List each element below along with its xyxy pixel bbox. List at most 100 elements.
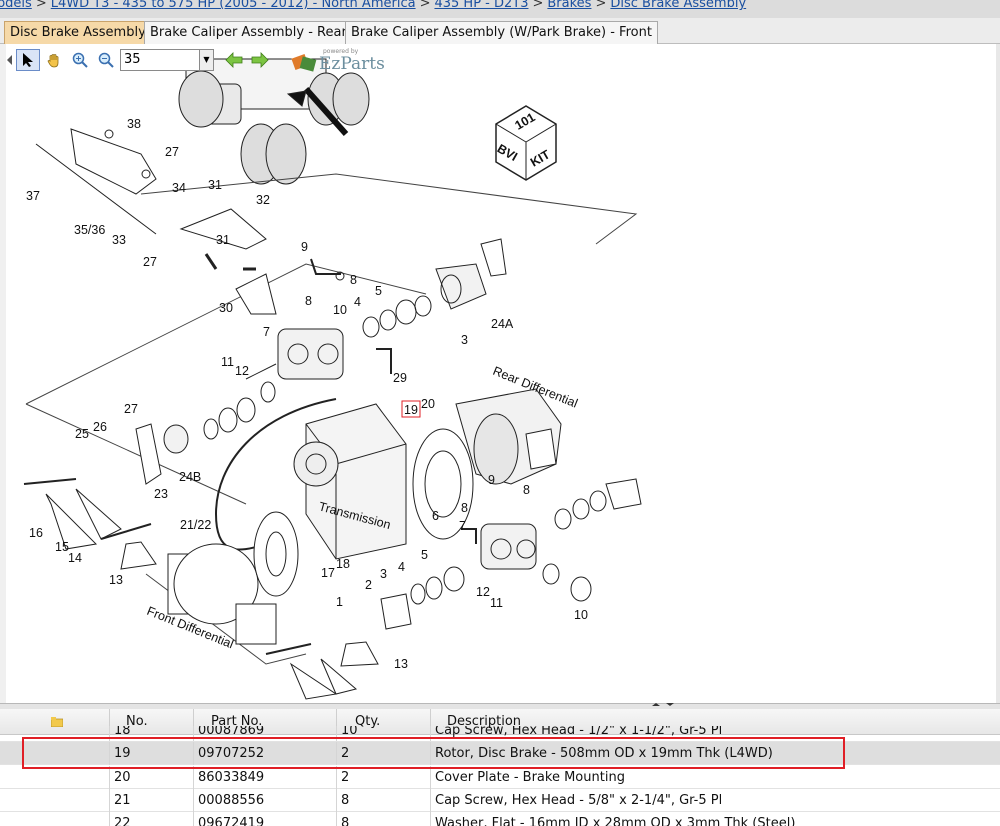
callout: 5: [421, 548, 428, 562]
breadcrumb-disc-brake-assembly[interactable]: Disc Brake Assembly: [610, 0, 746, 11]
callout: 6: [432, 509, 439, 523]
callout: 3: [461, 333, 468, 347]
table-row[interactable]: 22 09672419 8 Washer, Flat - 16mm ID x 2…: [0, 812, 1000, 826]
parts-table: No. Part No. Qty. Description 18 0008786…: [0, 709, 1000, 826]
transmission: [293, 403, 407, 560]
callout: 18: [336, 557, 350, 571]
callout: 13: [394, 657, 408, 671]
callout: 24A: [491, 317, 514, 331]
callout: 8: [523, 483, 530, 497]
callout: 8: [305, 294, 312, 308]
callout: 24B: [179, 470, 201, 484]
cell-no: 21: [110, 789, 194, 812]
breadcrumb-brakes[interactable]: Brakes: [547, 0, 591, 11]
cell-description: Cover Plate - Brake Mounting: [435, 770, 625, 785]
callout: 10: [333, 303, 347, 317]
cell-no: 18: [110, 726, 194, 741]
callout: 2: [365, 578, 372, 592]
callout: 35/36: [74, 223, 105, 237]
table-row[interactable]: 21 00088556 8 Cap Screw, Hex Head - 5/8"…: [0, 789, 1000, 812]
callout: 12: [235, 364, 249, 378]
callout: 9: [301, 240, 308, 254]
callout: 13: [109, 573, 123, 587]
breadcrumb-engine[interactable]: 435 HP - D2T3: [434, 0, 528, 11]
breadcrumb: Models>L4WD T3 - 435 to 575 HP (2005 - 2…: [0, 0, 1000, 18]
callout: 10: [574, 608, 588, 622]
cell-no: 20: [110, 766, 194, 789]
table-row-selected[interactable]: 19 09707252 2 Rotor, Disc Brake - 508mm …: [0, 742, 1000, 765]
cell-description: Rotor, Disc Brake - 508mm OD x 19mm Thk …: [435, 746, 773, 761]
callout: 25: [75, 427, 89, 441]
viewer-toolbar: 35 ▼: [6, 48, 272, 72]
forward-arrow-icon[interactable]: [248, 49, 272, 71]
callout: 20: [421, 397, 435, 411]
callout: 27: [165, 145, 179, 159]
cell-qty: 10: [337, 726, 431, 741]
callout: 4: [354, 295, 361, 309]
cell-qty: 2: [337, 742, 431, 765]
cell-part-no: 86033849: [194, 766, 337, 789]
callout: 11: [221, 355, 234, 369]
cell-part-no: 00088556: [194, 789, 337, 812]
cell-description: Cap Screw, Hex Head - 1/2" x 1-1/2", Gr-…: [435, 726, 723, 738]
callout: 1: [336, 595, 343, 609]
cell-qty: 2: [337, 766, 431, 789]
callout: 27: [143, 255, 157, 269]
zoom-in-icon[interactable]: [68, 49, 92, 71]
callout: 7: [459, 519, 466, 533]
breadcrumb-separator: >: [419, 0, 431, 11]
callout: 8: [350, 273, 357, 287]
zoom-level-select[interactable]: 35 ▼: [120, 49, 214, 71]
parts-diagram[interactable]: 37 38 27 34 31 35/36 33 32 27 31 9 30 8 …: [6, 44, 996, 704]
callout: 16: [29, 526, 43, 540]
cell-no: 19: [110, 742, 194, 765]
callout: 9: [488, 473, 495, 487]
breadcrumb-models[interactable]: Models: [0, 0, 32, 11]
tab-brake-caliper-rear[interactable]: Brake Caliper Assembly - Rear: [144, 21, 353, 44]
cell-part-no: 09672419: [194, 812, 337, 826]
cell-part-no: 09707252: [194, 742, 337, 765]
callout: 4: [398, 560, 405, 574]
callout: 27: [124, 402, 138, 416]
breadcrumb-separator: >: [35, 0, 47, 11]
callout: 34: [172, 181, 186, 195]
callout: 3: [380, 567, 387, 581]
cell-qty: 8: [337, 812, 431, 826]
toolbar-scroll-left-icon[interactable]: [6, 49, 14, 71]
cell-qty: 8: [337, 789, 431, 812]
cell-part-no: 00087869: [194, 726, 337, 741]
chevron-down-icon[interactable]: ▼: [199, 50, 213, 70]
breadcrumb-model[interactable]: L4WD T3 - 435 to 575 HP (2005 - 2012) - …: [51, 0, 416, 11]
cell-description: Cap Screw, Hex Head - 5/8" x 2-1/4", Gr-…: [435, 793, 723, 808]
breadcrumb-separator: >: [595, 0, 607, 11]
cell-description: Washer, Flat - 16mm ID x 28mm OD x 3mm T…: [435, 816, 796, 826]
table-row[interactable]: 18 00087869 10 Cap Screw, Hex Head - 1/2…: [0, 726, 1000, 742]
callout: 31: [216, 233, 230, 247]
callout: 23: [154, 487, 168, 501]
zoom-out-icon[interactable]: [94, 49, 118, 71]
breadcrumb-separator: >: [532, 0, 544, 11]
back-arrow-icon[interactable]: [222, 49, 246, 71]
callout: 8: [461, 501, 468, 515]
callout: 38: [127, 117, 141, 131]
callout: 21/22: [180, 518, 211, 532]
callout: 14: [68, 551, 82, 565]
highlighted-callout-19[interactable]: 19: [401, 400, 421, 418]
tab-disc-brake-assembly[interactable]: Disc Brake Assembly: [4, 21, 152, 44]
callout: 26: [93, 420, 107, 434]
pan-hand-icon[interactable]: [42, 49, 66, 71]
ezparts-logo-icon: [291, 53, 317, 72]
callout: 31: [208, 178, 222, 192]
table-row[interactable]: 20 86033849 2 Cover Plate - Brake Mounti…: [0, 766, 1000, 789]
callout: 17: [321, 566, 335, 580]
select-arrow-icon[interactable]: [16, 49, 40, 71]
callout: 30: [219, 301, 233, 315]
brand-text: EzParts: [319, 54, 385, 74]
callout: 29: [393, 371, 407, 385]
callout: 11: [490, 596, 503, 610]
callout: 5: [375, 284, 382, 298]
callout-19-label: 19: [404, 403, 418, 417]
tractor-illustration: [178, 58, 370, 185]
tab-brake-caliper-front[interactable]: Brake Caliper Assembly (W/Park Brake) - …: [345, 21, 658, 44]
splitter-grip-icon[interactable]: [648, 702, 678, 708]
